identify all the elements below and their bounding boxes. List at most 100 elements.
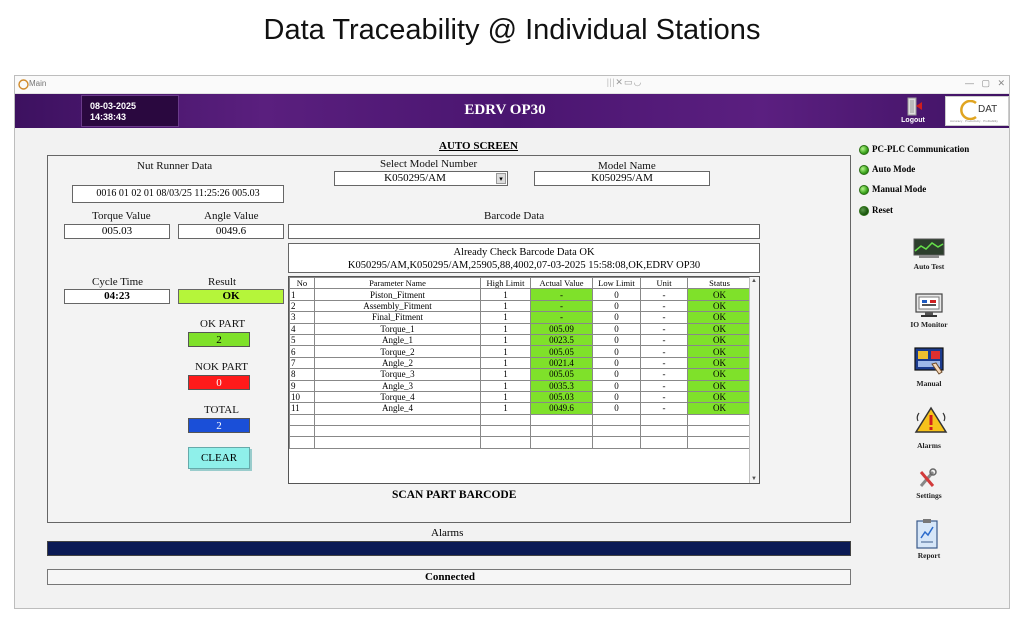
- table-cell: 3: [289, 311, 315, 324]
- barcode-message-box: Already Check Barcode Data OK K050295/AM…: [288, 243, 760, 273]
- table-cell: -: [530, 299, 593, 313]
- side-button-label: Alarms: [917, 441, 941, 450]
- logout-button[interactable]: Logout: [895, 96, 931, 127]
- grid-header-cell: Unit: [640, 277, 688, 290]
- io-monitor-button[interactable]: IO Monitor: [885, 293, 973, 347]
- table-cell: [687, 436, 752, 449]
- table-row: 8 Torque_3 1 005.05 0- OK: [289, 368, 752, 381]
- cycle-time-field: 04:23: [64, 289, 170, 304]
- torque-label: Torque Value: [92, 210, 151, 222]
- table-row-empty: [289, 436, 752, 449]
- table-cell: 0: [592, 288, 641, 301]
- auto-test-button[interactable]: Auto Test: [885, 237, 973, 291]
- table-cell: Final_Fitment: [314, 311, 481, 324]
- table-cell: 0: [592, 333, 641, 347]
- table-cell: 1: [480, 368, 531, 381]
- window-titlebar: Main |||✕▭◡ — ▢ ✕: [15, 76, 1009, 94]
- table-cell: 1: [480, 333, 531, 347]
- barcode-label: Barcode Data: [484, 210, 545, 222]
- indicator-auto-mode: Auto Mode: [859, 164, 915, 175]
- manual-button[interactable]: Manual: [885, 346, 973, 400]
- station-title: EDRV OP30: [464, 102, 546, 118]
- table-cell: -: [530, 311, 593, 324]
- indicator-reset: Reset: [859, 205, 893, 216]
- parameter-table: No Parameter Name High Limit Actual Valu…: [289, 277, 752, 449]
- barcode-message-line2: K050295/AM,K050295/AM,25905,88,4002,07-0…: [347, 260, 701, 271]
- io-monitor-icon: [915, 293, 943, 317]
- table-cell: 0: [592, 356, 641, 370]
- table-cell: Angle_1: [314, 333, 481, 347]
- result-field: OK: [178, 289, 284, 304]
- scroll-down-icon[interactable]: ▼: [751, 476, 757, 482]
- status-led-icon: [859, 205, 869, 216]
- app-window: Main |||✕▭◡ — ▢ ✕ 08-03-2025 14:38:43 ED…: [14, 75, 1010, 609]
- auto-test-icon: [913, 238, 945, 258]
- table-cell: -: [640, 322, 688, 335]
- table-cell: -: [640, 288, 688, 301]
- table-cell: 0: [592, 311, 641, 324]
- alarms-button[interactable]: Alarms: [885, 405, 973, 459]
- table-cell: OK: [687, 299, 752, 313]
- table-cell: 1: [480, 379, 531, 392]
- clear-button[interactable]: CLEAR: [188, 447, 250, 469]
- model-name-field: K050295/AM: [534, 171, 710, 186]
- app-icon: [18, 79, 29, 90]
- table-cell: OK: [687, 368, 752, 381]
- settings-button[interactable]: Settings: [885, 468, 973, 522]
- side-button-label: Settings: [916, 491, 942, 500]
- status-led-icon: [859, 184, 869, 195]
- table-cell: Angle_3: [314, 379, 481, 392]
- table-row: 5 Angle_1 1 0023.5 0- OK: [289, 333, 752, 347]
- ok-part-counter: 2: [188, 332, 250, 347]
- table-cell: 0023.5: [530, 333, 593, 347]
- logout-icon: [907, 97, 922, 116]
- scroll-up-icon[interactable]: ▲: [751, 278, 757, 284]
- total-label: TOTAL: [204, 404, 239, 416]
- table-cell: Torque_2: [314, 345, 481, 358]
- table-cell: Torque_4: [314, 390, 481, 404]
- table-cell: 1: [480, 288, 531, 301]
- table-cell: [480, 425, 531, 438]
- table-cell: 1: [480, 390, 531, 404]
- status-bar: Connected: [47, 569, 851, 585]
- table-cell: [480, 436, 531, 449]
- header-time: 14:38:43: [90, 112, 127, 122]
- table-cell: -: [640, 379, 688, 392]
- table-cell: 005.05: [530, 345, 593, 358]
- cycle-time-label: Cycle Time: [92, 276, 144, 288]
- table-row: 11 Angle_4 1 0049.6 0- OK: [289, 402, 752, 415]
- grid-body: 1 Piston_Fitment 1-0- OK 2 Assembly_Fitment 1-…: [289, 288, 752, 449]
- angle-label: Angle Value: [204, 210, 259, 222]
- table-cell: Torque_3: [314, 368, 481, 381]
- table-cell: -: [640, 333, 688, 347]
- table-cell: Torque_1: [314, 322, 481, 335]
- window-controls[interactable]: — ▢ ✕: [965, 78, 1005, 89]
- chevron-down-icon[interactable]: ▾: [496, 173, 506, 184]
- grid-scrollbar[interactable]: ▲ ▼: [749, 277, 759, 483]
- table-cell: OK: [687, 356, 752, 370]
- table-cell: 7: [289, 356, 315, 370]
- table-row: 3 Final_Fitment 1-0- OK: [289, 311, 752, 324]
- table-cell: 2: [289, 299, 315, 313]
- header-bar: 08-03-2025 14:38:43 EDRV OP30 Logout DAT…: [15, 94, 1009, 128]
- barcode-input[interactable]: [288, 224, 760, 239]
- table-cell: 0: [592, 402, 641, 415]
- model-select-value: K050295/AM: [384, 172, 446, 184]
- grid-header-cell: High Limit: [480, 277, 531, 290]
- table-row: 4 Torque_1 1 005.09 0- OK: [289, 322, 752, 335]
- table-cell: [592, 436, 641, 449]
- table-cell: Assembly_Fitment: [314, 299, 481, 313]
- alarm-bar: [47, 541, 851, 556]
- model-select-dropdown[interactable]: K050295/AM ▾: [334, 171, 508, 186]
- table-cell: [314, 425, 481, 438]
- report-button[interactable]: Report: [885, 518, 973, 572]
- table-cell: 11: [289, 402, 315, 415]
- total-counter: 2: [188, 418, 250, 433]
- toolbar-mini-icons[interactable]: |||✕▭◡: [607, 77, 642, 88]
- ok-part-label: OK PART: [200, 318, 246, 330]
- table-cell: Angle_4: [314, 402, 481, 415]
- table-cell: [314, 413, 481, 427]
- indicator-label: Auto Mode: [872, 164, 916, 174]
- grid-header-cell: Status: [687, 277, 752, 290]
- table-cell: 0: [592, 345, 641, 358]
